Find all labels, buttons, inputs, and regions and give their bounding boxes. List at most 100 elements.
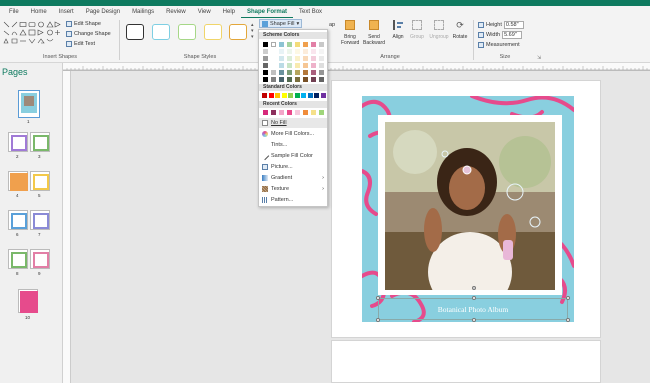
page-thumbnail-2[interactable] <box>8 132 28 152</box>
recent-color-swatch[interactable] <box>279 110 284 115</box>
scheme-color-swatch[interactable] <box>287 70 292 75</box>
tab-shape-format[interactable]: Shape Format <box>241 6 294 18</box>
scheme-color-swatch[interactable] <box>311 77 316 82</box>
picture-menu-item[interactable]: Picture... <box>259 162 327 172</box>
scheme-color-swatch[interactable] <box>319 70 324 75</box>
measurement-button[interactable]: Measurement <box>478 42 520 48</box>
tab-view[interactable]: View <box>192 6 217 18</box>
gradient-menu-item[interactable]: Gradient › <box>259 173 327 183</box>
tints-menu-item[interactable]: Tints... <box>259 140 327 150</box>
wrap-text-button[interactable]: ap <box>329 22 335 28</box>
scheme-color-swatch[interactable] <box>287 77 292 82</box>
scheme-color-swatch[interactable] <box>295 77 300 82</box>
recent-color-swatch[interactable] <box>271 110 276 115</box>
scheme-color-swatch[interactable] <box>279 77 284 82</box>
scheme-color-swatch[interactable] <box>311 49 316 54</box>
shape-style-5[interactable] <box>229 24 247 40</box>
size-dialog-launcher-icon[interactable]: ⇲ <box>537 55 541 61</box>
shape-fill-button[interactable]: Shape Fill ▾ <box>259 19 303 28</box>
scheme-color-swatch[interactable] <box>263 70 268 75</box>
shape-style-1[interactable] <box>126 24 144 40</box>
change-shape-button[interactable]: Change Shape <box>66 31 111 37</box>
recent-color-swatch[interactable] <box>319 110 324 115</box>
photo-girl-blowing-bubbles[interactable] <box>385 122 555 290</box>
scheme-color-swatch[interactable] <box>279 49 284 54</box>
scheme-color-swatch[interactable] <box>295 70 300 75</box>
tab-help[interactable]: Help <box>217 6 241 18</box>
tab-page-design[interactable]: Page Design <box>80 6 126 18</box>
scheme-color-swatch[interactable] <box>279 42 284 47</box>
scheme-color-swatch[interactable] <box>303 77 308 82</box>
scheme-color-swatch[interactable] <box>319 77 324 82</box>
next-page[interactable] <box>331 340 601 383</box>
scheme-color-swatch[interactable] <box>263 77 268 82</box>
page-thumbnail-6[interactable] <box>8 210 28 230</box>
scheme-color-swatch[interactable] <box>287 49 292 54</box>
scheme-color-swatch[interactable] <box>263 49 268 54</box>
rotate-handle[interactable] <box>472 286 476 290</box>
page-thumbnail-9[interactable] <box>30 249 50 269</box>
standard-color-swatch[interactable] <box>314 93 319 98</box>
recent-color-swatch[interactable] <box>303 110 308 115</box>
scheme-color-swatch[interactable] <box>263 63 268 68</box>
group-button[interactable]: Group <box>409 20 425 52</box>
resize-handle[interactable] <box>472 318 476 322</box>
horizontal-ruler[interactable] <box>63 63 650 71</box>
shape-style-2[interactable] <box>152 24 170 40</box>
scheme-color-swatch[interactable] <box>287 63 292 68</box>
scheme-color-swatch[interactable] <box>279 63 284 68</box>
standard-color-swatch[interactable] <box>301 93 306 98</box>
recent-color-swatch[interactable] <box>311 110 316 115</box>
tab-insert[interactable]: Insert <box>53 6 80 18</box>
align-button[interactable]: Align <box>391 20 405 52</box>
page-thumbnail-4[interactable] <box>8 171 28 191</box>
scheme-color-swatch[interactable] <box>311 42 316 47</box>
standard-color-swatch[interactable] <box>275 93 280 98</box>
send-backward-button[interactable]: Send Backward <box>362 20 386 52</box>
scheme-color-swatch[interactable] <box>263 56 268 61</box>
scheme-color-swatch[interactable] <box>271 56 276 61</box>
scheme-color-swatch[interactable] <box>295 49 300 54</box>
resize-handle[interactable] <box>472 296 476 300</box>
tab-review[interactable]: Review <box>160 6 192 18</box>
page-thumbnail-8[interactable] <box>8 249 28 269</box>
standard-color-swatch[interactable] <box>281 93 287 98</box>
edit-text-button[interactable]: Edit Text <box>66 41 95 47</box>
scheme-color-swatch[interactable] <box>279 70 284 75</box>
bring-forward-button[interactable]: Bring Forward <box>341 20 359 52</box>
page-thumbnail-1[interactable] <box>18 90 40 118</box>
scheme-color-swatch[interactable] <box>271 77 276 82</box>
tab-file[interactable]: File <box>3 6 25 18</box>
ungroup-button[interactable]: Ungroup <box>428 20 450 52</box>
page-thumbnail-7[interactable] <box>30 210 50 230</box>
tab-home[interactable]: Home <box>25 6 53 18</box>
standard-color-swatch[interactable] <box>294 93 300 98</box>
scheme-color-swatch[interactable] <box>279 56 284 61</box>
standard-color-swatch[interactable] <box>307 93 313 98</box>
scheme-color-swatch[interactable] <box>271 70 276 75</box>
shape-style-3[interactable] <box>178 24 196 40</box>
recent-color-swatch[interactable] <box>263 110 268 115</box>
shape-styles-scroll[interactable]: ▴ ▾ ▾ <box>251 22 256 44</box>
scheme-color-swatch[interactable] <box>271 42 276 47</box>
tab-text-box[interactable]: Text Box <box>293 6 328 18</box>
scheme-color-swatch[interactable] <box>295 56 300 61</box>
resize-handle[interactable] <box>566 296 570 300</box>
scheme-color-swatch[interactable] <box>303 42 308 47</box>
scheme-color-swatch[interactable] <box>271 63 276 68</box>
recent-color-swatch[interactable] <box>287 110 292 115</box>
sample-fill-color-menu-item[interactable]: Sample Fill Color <box>259 151 327 161</box>
scheme-color-swatch[interactable] <box>303 56 308 61</box>
standard-color-swatch[interactable] <box>262 93 267 98</box>
shape-style-4[interactable] <box>204 24 222 40</box>
scheme-color-swatch[interactable] <box>311 63 316 68</box>
caption-text-box[interactable]: Botanical Photo Album <box>378 298 568 320</box>
page-thumbnail-10[interactable] <box>18 289 38 313</box>
resize-handle[interactable] <box>566 318 570 322</box>
scheme-color-swatch[interactable] <box>303 70 308 75</box>
scheme-color-swatch[interactable] <box>271 49 276 54</box>
scheme-color-swatch[interactable] <box>295 42 300 47</box>
standard-color-swatch[interactable] <box>268 93 274 98</box>
height-input[interactable]: 0.58" <box>503 21 524 29</box>
no-fill-menu-item[interactable]: No Fill <box>259 118 327 128</box>
